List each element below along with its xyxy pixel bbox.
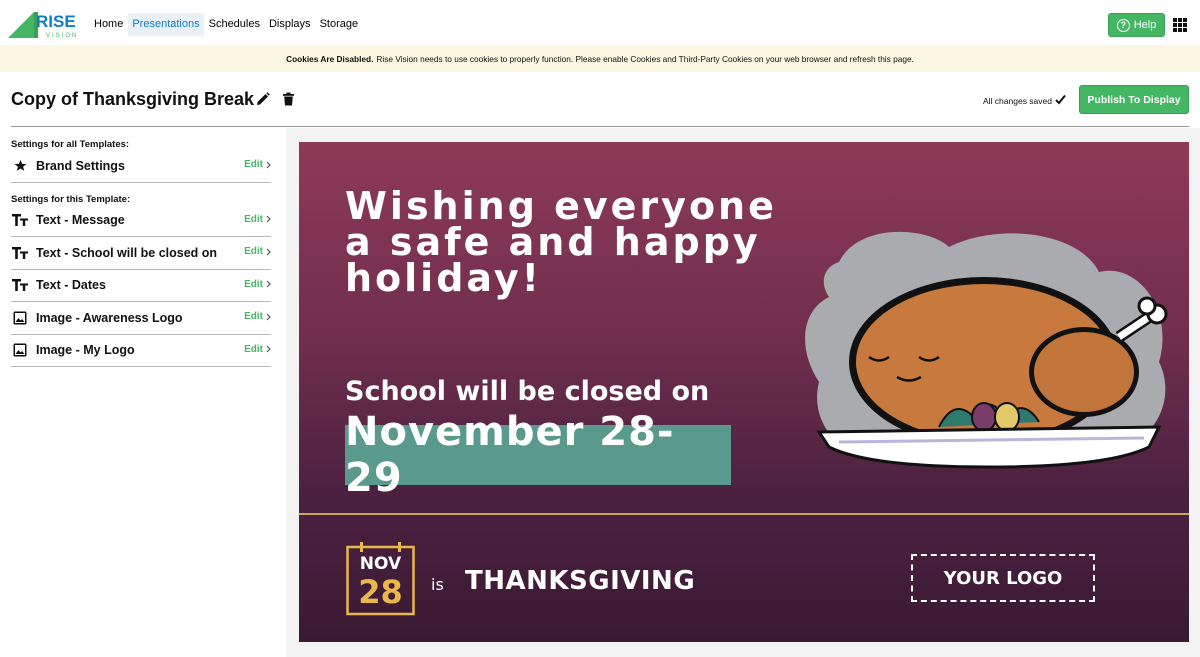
edit-link[interactable]: Edit <box>244 246 271 257</box>
edit-link[interactable]: Edit <box>244 311 271 322</box>
setting-label: Brand Settings <box>36 158 125 173</box>
chevron-right-icon <box>266 280 271 288</box>
header-divider <box>11 126 1189 127</box>
edit-link[interactable]: Edit <box>244 214 271 225</box>
svg-text:RISE: RISE <box>36 12 76 31</box>
text-icon <box>12 245 28 261</box>
all-templates-heading: Settings for all Templates: <box>11 139 130 150</box>
text-icon <box>12 277 28 293</box>
save-status: All changes saved <box>983 96 1052 106</box>
edit-link[interactable]: Edit <box>244 279 271 290</box>
nav-schedules[interactable]: Schedules <box>205 13 264 36</box>
slide-dates-box: November 28-29 <box>345 409 731 501</box>
pencil-icon[interactable] <box>256 92 270 106</box>
edit-label: Edit <box>244 343 263 355</box>
rise-vision-logo[interactable]: RISE VISION <box>8 10 86 40</box>
main-nav: Home Presentations Schedules Displays St… <box>90 13 363 36</box>
setting-label: Text - Message <box>36 213 125 228</box>
edit-label: Edit <box>244 311 263 322</box>
trash-icon[interactable] <box>282 92 295 106</box>
turkey-illustration <box>805 231 1168 469</box>
setting-image-awareness-logo[interactable]: Image - Awareness Logo Edit <box>11 302 271 335</box>
help-button[interactable]: ? Help <box>1108 13 1165 37</box>
setting-label: Image - Awareness Logo <box>36 310 183 325</box>
edit-link[interactable]: Edit <box>244 159 271 170</box>
chevron-right-icon <box>266 345 271 353</box>
text-icon <box>12 212 28 228</box>
image-icon <box>12 310 28 326</box>
presentation-title: Copy of Thanksgiving Break <box>11 89 255 109</box>
presentation-header: Copy of Thanksgiving Break All changes s… <box>0 72 1200 128</box>
setting-label: Image - My Logo <box>36 343 135 358</box>
calendar-day: 28 <box>358 573 403 611</box>
slide-closed-text: School will be closed on <box>345 376 710 407</box>
template-settings-panel: Settings for all Templates: Brand Settin… <box>11 128 271 367</box>
checkmark-icon <box>1055 94 1066 105</box>
nav-displays[interactable]: Displays <box>265 13 315 36</box>
chevron-right-icon <box>266 248 271 255</box>
slide-divider <box>299 513 1189 515</box>
setting-brand-settings[interactable]: Brand Settings Edit <box>11 150 271 183</box>
nav-storage[interactable]: Storage <box>316 13 363 36</box>
svg-text:VISION: VISION <box>46 33 78 39</box>
chevron-right-icon <box>266 161 271 168</box>
setting-text-dates[interactable]: Text - Dates Edit <box>11 270 271 302</box>
question-circle-icon: ? <box>1116 18 1130 32</box>
cookie-warning-title: Cookies Are Disabled. <box>286 53 374 64</box>
this-template-heading: Settings for this Template: <box>11 193 131 205</box>
cookie-warning-text: Rise Vision needs to use cookies to prop… <box>376 53 914 64</box>
slide-is-word: is <box>431 575 444 594</box>
setting-text-school-closed[interactable]: Text - School will be closed on Edit <box>11 237 271 270</box>
chevron-right-icon <box>266 215 271 223</box>
cookie-warning-banner: Cookies Are Disabled. Rise Vision needs … <box>0 45 1200 72</box>
help-label: Help <box>1133 19 1157 31</box>
grid-apps-icon[interactable] <box>1173 18 1187 32</box>
edit-label: Edit <box>244 278 263 290</box>
edit-link[interactable]: Edit <box>244 344 271 355</box>
slide-message: Wishing everyone a safe and happy holida… <box>345 184 777 300</box>
nav-home[interactable]: Home <box>90 13 127 36</box>
setting-label: Text - School will be closed on <box>36 245 218 260</box>
edit-label: Edit <box>244 213 263 225</box>
top-navbar: RISE VISION Home Presentations Schedules… <box>0 0 1200 45</box>
setting-label: Text - Dates <box>36 278 106 293</box>
setting-image-my-logo[interactable]: Image - My Logo Edit <box>11 335 271 367</box>
nav-presentations[interactable]: Presentations <box>128 13 204 36</box>
chevron-right-icon <box>266 313 271 320</box>
logo-placeholder: YOUR LOGO <box>911 554 1095 602</box>
slide-dates: November 28-29 <box>345 409 675 501</box>
setting-text-message[interactable]: Text - Message Edit <box>11 205 271 237</box>
template-preview[interactable]: Wishing everyone a safe and happy holida… <box>299 142 1189 642</box>
star-icon <box>12 158 28 174</box>
image-icon <box>12 342 28 358</box>
calendar-month: NOV <box>359 554 402 574</box>
slide-holiday-name: THANKSGIVING <box>465 566 696 596</box>
edit-label: Edit <box>244 159 263 170</box>
edit-label: Edit <box>244 246 263 257</box>
publish-to-display-button[interactable]: Publish To Display <box>1079 85 1189 114</box>
